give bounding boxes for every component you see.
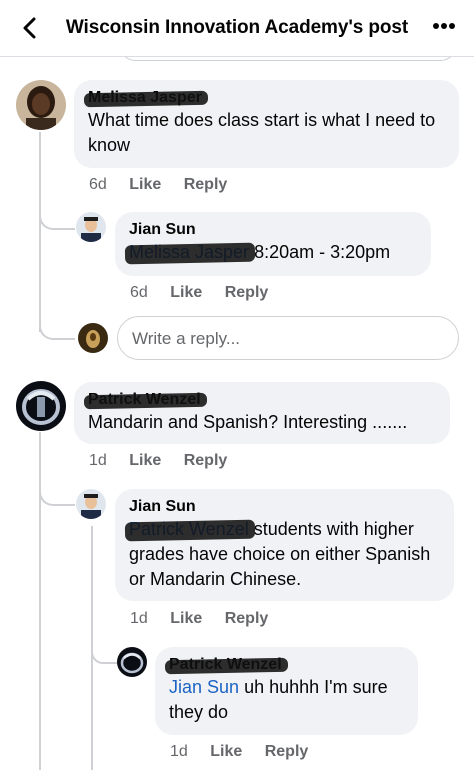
reply-time: 6d (130, 284, 148, 301)
more-options-icon[interactable] (432, 22, 456, 30)
like-button[interactable]: Like (210, 743, 242, 760)
top-bar: Wisconsin Innovation Academy's post (0, 0, 474, 57)
thread-connector (91, 638, 117, 664)
avatar[interactable] (76, 212, 106, 242)
comment-author[interactable]: Melissa Jasper (88, 88, 445, 108)
avatar[interactable] (16, 381, 66, 431)
redacted-author-name: Patrick Wenzel (169, 656, 282, 673)
mention-link[interactable]: Patrick Wenzel (129, 517, 249, 542)
reply-time: 1d (170, 743, 188, 760)
reply-button[interactable]: Reply (225, 610, 269, 627)
reply-bubble: Jian Sun Melissa Jasper 8:20am - 3:20pm (115, 212, 431, 276)
reply-button[interactable]: Reply (184, 452, 228, 469)
redacted-author-name: Patrick Wenzel (88, 391, 201, 408)
like-button[interactable]: Like (129, 452, 161, 469)
comment-text: Mandarin and Spanish? Interesting ......… (88, 412, 408, 432)
mention-link[interactable]: Melissa Jasper (129, 240, 249, 265)
reply-author[interactable]: Jian Sun (129, 497, 440, 517)
reply-button[interactable]: Reply (265, 743, 309, 760)
thread-connector (39, 478, 75, 506)
reply-button[interactable]: Reply (225, 284, 269, 301)
page-title: Wisconsin Innovation Academy's post (65, 17, 409, 38)
reply-placeholder: Write a reply... (132, 329, 241, 348)
comment-time: 6d (89, 176, 107, 193)
reply-time: 1d (130, 610, 148, 627)
reply-bubble: Patrick Wenzel Jian Sun uh huhhh I'm sur… (155, 647, 418, 735)
avatar[interactable] (117, 647, 147, 677)
avatar[interactable] (76, 489, 106, 519)
reply-text: 8:20am - 3:20pm (254, 242, 391, 262)
current-user-avatar (78, 323, 108, 353)
comment-author[interactable]: Patrick Wenzel (88, 390, 436, 410)
reply-author[interactable]: Jian Sun (129, 220, 417, 240)
like-button[interactable]: Like (129, 176, 161, 193)
reply-actions: 6d Like Reply (130, 284, 286, 302)
reply-bubble: Jian Sun Patrick Wenzel students with hi… (115, 489, 454, 601)
thread-connector (39, 302, 75, 340)
comment-actions: 1d Like Reply (89, 452, 245, 470)
reply-button[interactable]: Reply (184, 176, 228, 193)
like-button[interactable]: Like (170, 284, 202, 301)
reply-actions: 1d Like Reply (130, 610, 286, 628)
reply-input[interactable]: Write a reply... (117, 316, 459, 360)
comment-actions: 6d Like Reply (89, 176, 245, 194)
comment-bubble: Melissa Jasper What time does class star… (74, 80, 459, 168)
comment-bubble: Patrick Wenzel Mandarin and Spanish? Int… (74, 382, 450, 444)
mention-link[interactable]: Jian Sun (169, 677, 239, 697)
like-button[interactable]: Like (170, 610, 202, 627)
comment-text: What time does class start is what I nee… (88, 110, 436, 155)
reply-actions: 1d Like Reply (170, 743, 326, 761)
redacted-author-name: Melissa Jasper (88, 89, 202, 106)
reply-author[interactable]: Patrick Wenzel (169, 655, 404, 675)
thread-connector (39, 200, 75, 230)
avatar[interactable] (16, 80, 66, 130)
comment-time: 1d (89, 452, 107, 469)
